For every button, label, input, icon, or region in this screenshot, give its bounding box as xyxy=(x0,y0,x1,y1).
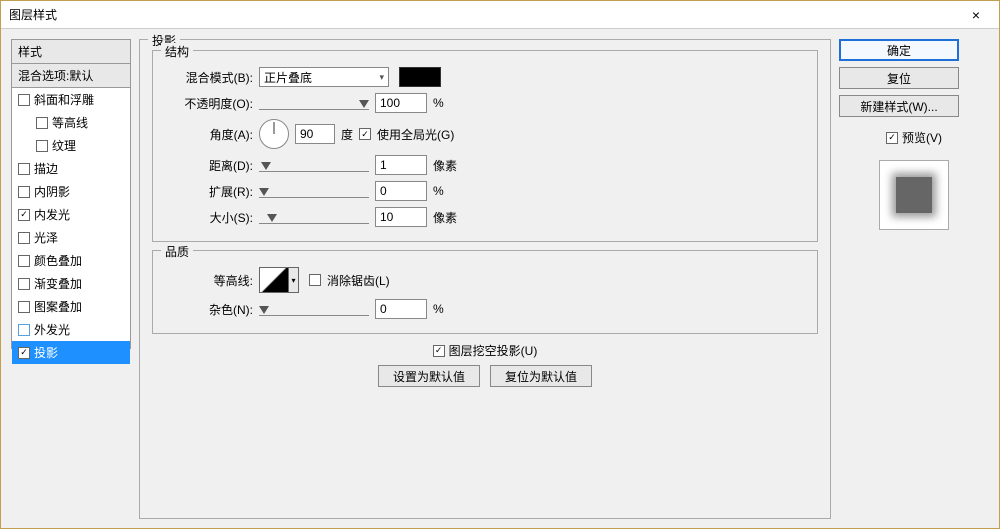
shadow-color-swatch[interactable] xyxy=(399,67,441,87)
style-item[interactable]: 内阴影 xyxy=(12,180,130,203)
cancel-button[interactable]: 复位 xyxy=(839,67,959,89)
distance-input[interactable]: 1 xyxy=(375,155,427,175)
preview-checkbox[interactable] xyxy=(886,132,898,144)
titlebar: 图层样式 × xyxy=(1,1,999,29)
angle-unit: 度 xyxy=(341,126,353,143)
style-item-checkbox[interactable] xyxy=(18,278,30,290)
global-light-label: 使用全局光(G) xyxy=(377,126,454,143)
new-style-button[interactable]: 新建样式(W)... xyxy=(839,95,959,117)
style-item-label: 投影 xyxy=(34,344,58,361)
style-item-checkbox[interactable] xyxy=(36,140,48,152)
quality-group: 品质 等高线: ▾ 消除锯齿(L) 杂色(N): 0 xyxy=(152,250,818,334)
style-item[interactable]: 颜色叠加 xyxy=(12,249,130,272)
style-item-label: 颜色叠加 xyxy=(34,252,82,269)
style-item-checkbox[interactable] xyxy=(18,186,30,198)
contour-picker[interactable] xyxy=(259,267,289,293)
distance-slider[interactable] xyxy=(259,158,369,172)
opacity-input[interactable]: 100 xyxy=(375,93,427,113)
style-item[interactable]: 投影 xyxy=(12,341,130,364)
spread-label: 扩展(R): xyxy=(165,183,253,200)
style-item-checkbox[interactable] xyxy=(18,232,30,244)
style-item-checkbox[interactable] xyxy=(18,163,30,175)
style-item[interactable]: 光泽 xyxy=(12,226,130,249)
style-item-label: 描边 xyxy=(34,160,58,177)
quality-legend: 品质 xyxy=(161,243,193,260)
blend-mode-select[interactable]: 正片叠底 ▾ xyxy=(259,67,389,87)
spread-slider[interactable] xyxy=(259,184,369,198)
effect-settings-panel: 投影 结构 混合模式(B): 正片叠底 ▾ 不透明度(O): xyxy=(139,39,831,518)
size-unit: 像素 xyxy=(433,209,463,226)
ok-button[interactable]: 确定 xyxy=(839,39,959,61)
styles-list: 样式 混合选项:默认 斜面和浮雕等高线纹理描边内阴影内发光光泽颜色叠加渐变叠加图… xyxy=(11,39,131,349)
style-item-checkbox[interactable] xyxy=(18,301,30,313)
preview-swatch xyxy=(896,177,932,213)
size-input[interactable]: 10 xyxy=(375,207,427,227)
opacity-unit: % xyxy=(433,96,463,110)
style-item[interactable]: 内发光 xyxy=(12,203,130,226)
style-item-label: 内阴影 xyxy=(34,183,70,200)
antialias-checkbox[interactable] xyxy=(309,274,321,286)
style-item-label: 外发光 xyxy=(34,321,70,338)
size-slider[interactable] xyxy=(259,210,369,224)
make-default-button[interactable]: 设置为默认值 xyxy=(378,365,480,387)
global-light-checkbox[interactable] xyxy=(359,128,371,140)
effect-outer-group: 投影 结构 混合模式(B): 正片叠底 ▾ 不透明度(O): xyxy=(139,39,831,519)
style-item[interactable]: 纹理 xyxy=(12,134,130,157)
noise-label: 杂色(N): xyxy=(165,301,253,318)
knockout-checkbox[interactable] xyxy=(433,345,445,357)
structure-legend: 结构 xyxy=(161,43,193,60)
knockout-label: 图层挖空投影(U) xyxy=(449,342,538,359)
contour-label: 等高线: xyxy=(165,272,253,289)
style-item-label: 渐变叠加 xyxy=(34,275,82,292)
antialias-label: 消除锯齿(L) xyxy=(327,272,390,289)
blend-defaults-item[interactable]: 混合选项:默认 xyxy=(12,64,130,88)
noise-input[interactable]: 0 xyxy=(375,299,427,319)
spread-unit: % xyxy=(433,184,463,198)
chevron-down-icon: ▾ xyxy=(379,72,384,83)
blend-mode-label: 混合模式(B): xyxy=(165,69,253,86)
noise-slider[interactable] xyxy=(259,302,369,316)
opacity-slider[interactable] xyxy=(259,96,369,110)
close-icon[interactable]: × xyxy=(961,7,991,23)
style-item[interactable]: 斜面和浮雕 xyxy=(12,88,130,111)
angle-dial[interactable] xyxy=(259,119,289,149)
style-item-label: 斜面和浮雕 xyxy=(34,91,94,108)
style-item-label: 图案叠加 xyxy=(34,298,82,315)
style-item-checkbox[interactable] xyxy=(18,255,30,267)
noise-unit: % xyxy=(433,302,463,316)
layer-style-dialog: 图层样式 × 样式 混合选项:默认 斜面和浮雕等高线纹理描边内阴影内发光光泽颜色… xyxy=(0,0,1000,529)
distance-label: 距离(D): xyxy=(165,157,253,174)
opacity-label: 不透明度(O): xyxy=(165,95,253,112)
style-item-label: 等高线 xyxy=(52,114,88,131)
style-item[interactable]: 外发光 xyxy=(12,318,130,341)
window-title: 图层样式 xyxy=(9,6,961,23)
style-item-label: 光泽 xyxy=(34,229,58,246)
preview-label: 预览(V) xyxy=(902,129,942,146)
style-item-label: 纹理 xyxy=(52,137,76,154)
style-item-checkbox[interactable] xyxy=(18,94,30,106)
preview-box xyxy=(879,160,949,230)
distance-unit: 像素 xyxy=(433,157,463,174)
style-item[interactable]: 等高线 xyxy=(12,111,130,134)
contour-dropdown-icon[interactable]: ▾ xyxy=(289,267,299,293)
style-item[interactable]: 渐变叠加 xyxy=(12,272,130,295)
spread-input[interactable]: 0 xyxy=(375,181,427,201)
structure-group: 结构 混合模式(B): 正片叠底 ▾ 不透明度(O): 100 % xyxy=(152,50,818,242)
angle-label: 角度(A): xyxy=(165,126,253,143)
size-label: 大小(S): xyxy=(165,209,253,226)
reset-default-button[interactable]: 复位为默认值 xyxy=(490,365,592,387)
style-item-label: 内发光 xyxy=(34,206,70,223)
action-panel: 确定 复位 新建样式(W)... 预览(V) xyxy=(839,39,989,518)
style-item[interactable]: 图案叠加 xyxy=(12,295,130,318)
styles-header[interactable]: 样式 xyxy=(12,40,130,64)
blend-mode-value: 正片叠底 xyxy=(264,69,312,86)
angle-input[interactable]: 90 xyxy=(295,124,335,144)
style-item-checkbox[interactable] xyxy=(36,117,48,129)
styles-panel: 样式 混合选项:默认 斜面和浮雕等高线纹理描边内阴影内发光光泽颜色叠加渐变叠加图… xyxy=(11,39,131,518)
style-item-checkbox[interactable] xyxy=(18,324,30,336)
style-item-checkbox[interactable] xyxy=(18,209,30,221)
style-item-checkbox[interactable] xyxy=(18,347,30,359)
style-item[interactable]: 描边 xyxy=(12,157,130,180)
